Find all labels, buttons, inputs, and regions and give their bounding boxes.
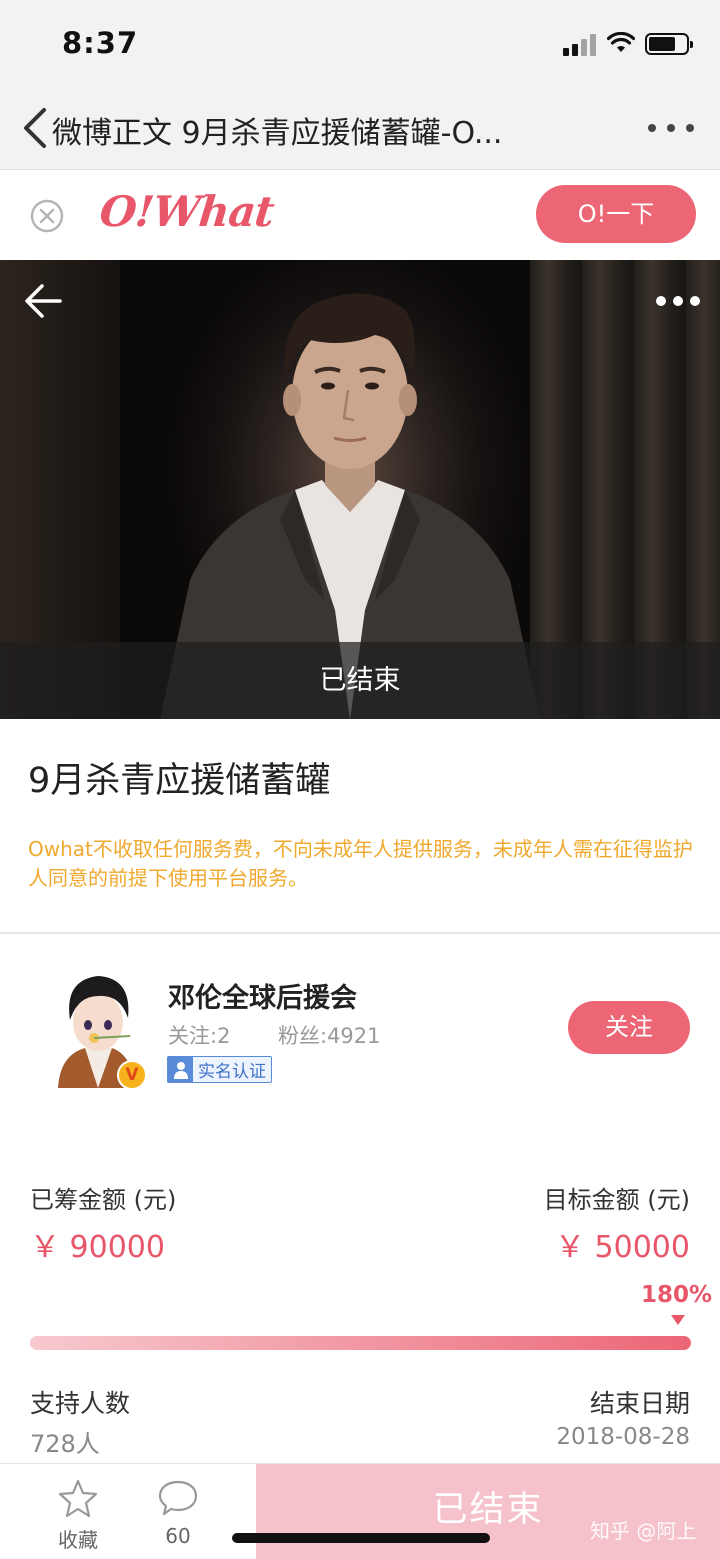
real-name-verify-badge: 实名认证	[167, 1056, 272, 1083]
owhat-header: O!What O!一下	[0, 171, 720, 260]
person-icon	[168, 1057, 193, 1082]
favorite-label: 收藏	[58, 1528, 98, 1552]
nav-title: 微博正文 9月杀青应援储蓄罐-O...	[52, 116, 503, 151]
battery-icon	[645, 33, 693, 55]
progress-marker-icon	[671, 1315, 685, 1325]
verified-v-badge: V	[117, 1060, 147, 1090]
bottom-action-bar: 收藏 60 已结束	[0, 1463, 720, 1559]
chevron-left-icon[interactable]	[18, 106, 54, 150]
section-divider	[0, 932, 720, 934]
nav-bar: 微博正文 9月杀青应援储蓄罐-O...	[0, 88, 720, 170]
arrow-left-icon[interactable]	[22, 280, 64, 322]
ended-button[interactable]: 已结束	[256, 1464, 720, 1559]
target-amount-value: ￥ 50000	[555, 1230, 690, 1265]
o-action-button[interactable]: O!一下	[536, 185, 696, 243]
status-time: 8:37	[62, 26, 139, 60]
status-bar: 8:37	[0, 0, 720, 88]
comment-count: 60	[165, 1524, 191, 1548]
more-dots-icon[interactable]	[656, 296, 700, 306]
verify-label: 实名认证	[198, 1062, 266, 1082]
signal-icon	[563, 34, 599, 56]
hero-status-banner: 已结束	[0, 642, 720, 719]
target-amount-label: 目标金额 (元)	[543, 1186, 690, 1214]
wifi-icon	[607, 32, 635, 52]
speech-bubble-icon	[158, 1480, 198, 1516]
more-dots-icon[interactable]	[646, 124, 696, 134]
progress-bar	[30, 1336, 691, 1350]
hero-banner: 已结束	[0, 260, 720, 719]
comment-tab[interactable]: 60	[148, 1474, 208, 1554]
end-date-label: 结束日期	[589, 1389, 690, 1418]
backers-label: 支持人数	[30, 1389, 131, 1418]
favorite-tab[interactable]: 收藏	[48, 1474, 108, 1554]
organizer-follow-count: 关注:2	[168, 1024, 231, 1048]
star-icon	[58, 1479, 98, 1518]
progress-fill	[30, 1336, 691, 1350]
owhat-logo: O!What	[97, 187, 276, 236]
home-indicator[interactable]	[232, 1533, 490, 1543]
service-notice: Owhat不收取任何服务费，不向未成年人提供服务，未成年人需在征得监护人同意的前…	[28, 837, 693, 890]
watermark: 知乎 @阿上	[590, 1519, 697, 1543]
organizer-fans-count: 粉丝:4921	[278, 1024, 381, 1048]
organizer-name[interactable]: 邓伦全球后援会	[168, 976, 357, 1015]
progress-percent: 180%	[640, 1282, 712, 1308]
follow-button[interactable]: 关注	[568, 1001, 690, 1054]
project-title: 9月杀青应援储蓄罐	[28, 761, 331, 801]
end-date-value: 2018-08-28	[556, 1424, 690, 1450]
raised-amount-label: 已筹金额 (元)	[30, 1186, 177, 1214]
backers-value: 728人	[30, 1430, 100, 1458]
close-circle-icon[interactable]	[30, 199, 64, 233]
raised-amount-value: ￥ 90000	[30, 1230, 165, 1265]
